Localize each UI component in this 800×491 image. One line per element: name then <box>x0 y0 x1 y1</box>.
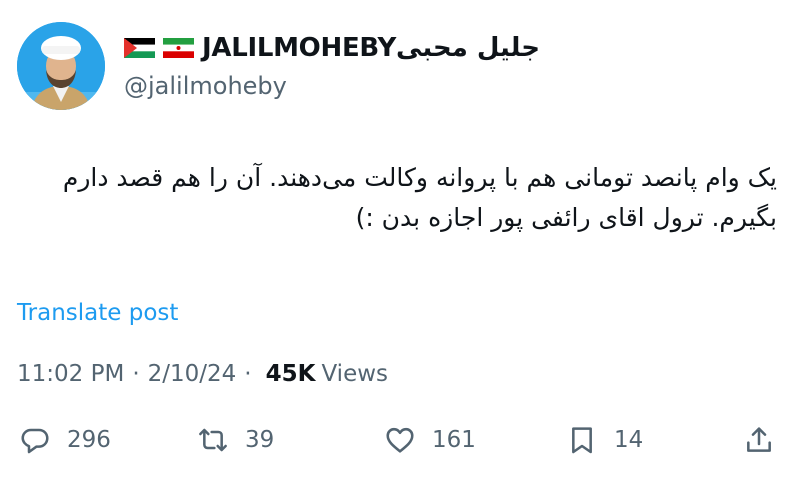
repost-button[interactable]: 39 <box>197 420 274 460</box>
tweet-text: یک وام پانصد تومانی هم با پروانه وکالت م… <box>54 163 777 232</box>
views-label: Views <box>321 361 389 387</box>
iran-flag-icon <box>163 38 194 58</box>
share-icon <box>743 424 775 456</box>
reply-button[interactable]: 296 <box>19 420 111 460</box>
repost-count: 39 <box>245 427 275 453</box>
like-count: 161 <box>432 427 476 453</box>
tweet-date[interactable]: 2/10/24 <box>148 361 237 387</box>
repost-icon <box>197 424 229 456</box>
share-button[interactable] <box>743 420 775 460</box>
meta-separator: · <box>244 361 252 387</box>
meta-separator: · <box>132 361 140 387</box>
bookmark-button[interactable]: 14 <box>566 420 643 460</box>
translate-post-link[interactable]: Translate post <box>17 300 178 326</box>
author-display-name[interactable]: JALILMOHEBYجلیل محبی <box>202 33 540 63</box>
bookmark-icon <box>566 424 598 456</box>
tweet-meta: 11:02 PM · 2/10/24 · 45K Views <box>17 361 388 387</box>
like-button[interactable]: 161 <box>384 420 476 460</box>
reply-icon <box>19 424 51 456</box>
author-name-row: JALILMOHEBYجلیل محبی <box>124 30 540 66</box>
action-bar: 296 39 161 14 <box>0 420 800 460</box>
palestine-flag-icon <box>124 38 155 58</box>
avatar[interactable] <box>17 22 105 110</box>
views-count: 45K <box>265 361 316 387</box>
tweet-time[interactable]: 11:02 PM <box>17 361 124 387</box>
bookmark-count: 14 <box>614 427 644 453</box>
heart-icon <box>384 424 416 456</box>
author-handle[interactable]: @jalilmoheby <box>124 72 287 100</box>
reply-count: 296 <box>67 427 111 453</box>
